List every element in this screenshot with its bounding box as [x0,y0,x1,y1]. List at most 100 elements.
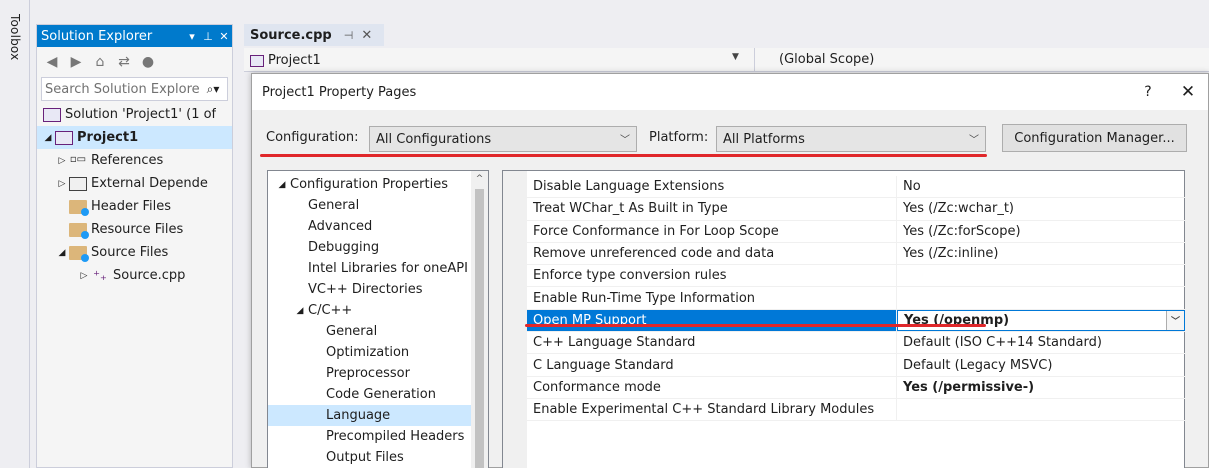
help-button[interactable]: ? [1128,84,1168,100]
toolbox-strip[interactable]: Toolbox [0,0,30,468]
property-value[interactable]: Yes (/Zc:forScope) [897,221,1185,242]
tree-item-source-files[interactable]: ◢ Source Files [37,241,232,264]
configuration-select[interactable]: All Configurations ﹀ [369,126,637,152]
pin-icon[interactable]: ⊥ [200,30,216,43]
property-tree-item[interactable]: General [268,321,473,342]
property-value[interactable]: Yes (/openmp) ﹀ [897,309,1185,332]
property-tree-item[interactable]: Code Generation [268,384,473,405]
search-input[interactable]: Search Solution Explore [45,82,199,97]
chevron-down-icon[interactable]: ﹀ [1166,310,1184,331]
property-tree-item[interactable]: Intel Libraries for oneAPI [268,258,473,279]
pin-icon[interactable]: ⊣ [344,29,354,42]
home-icon[interactable]: ⌂ [91,54,109,70]
scroll-up-icon[interactable]: ^ [471,171,488,188]
property-tree-item[interactable]: ◢ Configuration Properties [268,174,473,195]
property-tree-item[interactable]: Preprocessor [268,363,473,384]
close-icon[interactable]: ✕ [216,30,232,43]
solution-explorer-titlebar: Solution Explorer ▾ ⊥ ✕ [37,25,232,47]
property-row[interactable]: Force Conformance in For Loop Scope Yes (… [527,220,1185,243]
property-row[interactable]: Open MP Support Yes (/openmp) ﹀ [527,309,1185,333]
close-button[interactable]: ✕ [1168,82,1208,102]
dropdown-icon[interactable]: ▾ [184,30,200,43]
expand-arrow-icon[interactable]: ◢ [274,180,290,190]
property-tree-item[interactable]: Debugging [268,237,473,258]
property-tree-item[interactable]: General [268,195,473,216]
property-value[interactable]: Default (ISO C++14 Standard) [897,332,1185,353]
property-tree-label: Precompiled Headers [326,429,465,444]
close-icon[interactable]: ✕ [361,28,372,43]
tree-item-solution[interactable]: Solution 'Project1' (1 of [37,103,232,126]
property-tree-label: General [326,324,378,339]
property-row[interactable]: Conformance mode Yes (/permissive-) [527,376,1185,399]
project-icon [250,54,264,67]
settings-icon[interactable]: ● [139,54,157,70]
property-tree-label: C/C++ [308,303,353,318]
sync-icon[interactable]: ⇄ [115,54,133,70]
property-name: C++ Language Standard [527,332,897,354]
solution-explorer-title: Solution Explorer [41,28,153,44]
property-value[interactable]: Yes (/Zc:wchar_t) [897,198,1185,219]
expand-arrow-icon[interactable]: ◢ [292,306,308,316]
property-value-text: Yes (/Zc:forScope) [903,223,1021,239]
property-row[interactable]: Remove unreferenced code and data Yes (/Z… [527,242,1185,266]
property-row[interactable]: Disable Language Extensions No [527,176,1185,199]
tree-item-references[interactable]: ▷ ▫▭ References [37,149,232,172]
chevron-down-icon[interactable]: ▼ [732,52,739,62]
property-tree-item[interactable]: ◢ C/C++ [268,300,473,321]
toolbox-label[interactable]: Toolbox [8,14,22,60]
tree-item-external-dependencies[interactable]: ▷ External Depende [37,172,232,195]
property-name: C Language Standard [527,354,897,376]
property-name: Conformance mode [527,376,897,398]
back-icon[interactable]: ◀ [43,54,61,70]
property-value[interactable] [897,287,1185,308]
property-value[interactable] [897,265,1185,286]
property-value[interactable]: Default (Legacy MSVC) [897,354,1185,375]
collapse-arrow-icon[interactable]: ▷ [55,156,69,166]
property-tree-item[interactable]: VC++ Directories [268,279,473,300]
property-value[interactable]: Yes (/Zc:inline) [897,243,1185,264]
collapse-arrow-icon[interactable]: ▷ [55,179,69,189]
property-row[interactable]: Treat WChar_t As Built in Type Yes (/Zc:w… [527,198,1185,221]
folder-icon [69,245,89,262]
expand-arrow-icon[interactable]: ◢ [41,133,55,143]
property-row[interactable]: Enable Experimental C++ Standard Library… [527,398,1185,422]
expand-arrow-icon[interactable]: ◢ [55,248,69,258]
property-tree-item[interactable]: Language [268,405,473,426]
property-tree-label: Debugging [308,240,380,255]
forward-icon[interactable]: ▶ [67,54,85,70]
property-value[interactable]: Yes (/permissive-) [897,377,1185,398]
property-row[interactable]: Enforce type conversion rules [527,265,1185,288]
tree-item-header-files[interactable]: Header Files [37,195,232,218]
scope-dropdown[interactable]: (Global Scope) [779,52,874,67]
property-tree-label: Output Files [326,450,404,465]
project-dropdown[interactable]: Project1 [250,51,750,70]
property-value[interactable]: No [897,176,1185,197]
property-grid-gutter [503,171,527,468]
solution-explorer-panel: Solution Explorer ▾ ⊥ ✕ ◀ ▶ ⌂ ⇄ ● Search… [36,24,233,468]
property-row[interactable]: Enable Run-Time Type Information [527,287,1185,310]
scrollbar-thumb[interactable] [475,189,484,468]
property-row[interactable]: C++ Language Standard Default (ISO C++14 … [527,332,1185,355]
search-icon[interactable]: ⌕▾ [199,82,227,97]
property-tree-item[interactable]: Advanced [268,216,473,237]
property-tree-item[interactable]: Optimization [268,342,473,363]
configuration-manager-button[interactable]: Configuration Manager... [1002,124,1187,152]
dialog-titlebar: Project1 Property Pages ? ✕ [252,74,1208,110]
property-tree-item[interactable]: Output Files [268,447,473,468]
solution-explorer-search[interactable]: Search Solution Explore ⌕▾ [41,77,228,101]
solution-icon [43,107,61,122]
property-row[interactable]: C Language Standard Default (Legacy MSVC) [527,354,1185,377]
property-grid: Disable Language Extensions No Treat WChar… [502,170,1185,468]
cpp-file-icon: ⁺₊ [93,268,107,284]
tree-scrollbar[interactable]: ^ [471,171,488,468]
tree-item-source-cpp[interactable]: ▷ ⁺₊ Source.cpp [37,264,232,287]
navigation-bar: Project1 ▼ (Global Scope) [244,48,1209,72]
property-tree-item[interactable]: Precompiled Headers [268,426,473,447]
tree-item-resource-files[interactable]: Resource Files [37,218,232,241]
tab-source-cpp[interactable]: Source.cpp ⊣ ✕ [244,24,384,46]
collapse-arrow-icon[interactable]: ▷ [77,271,91,281]
platform-select[interactable]: All Platforms ﹀ [716,126,986,152]
property-tree-label: General [308,198,360,213]
tree-item-project[interactable]: ◢ Project1 [37,126,232,149]
property-value[interactable] [897,399,1185,420]
